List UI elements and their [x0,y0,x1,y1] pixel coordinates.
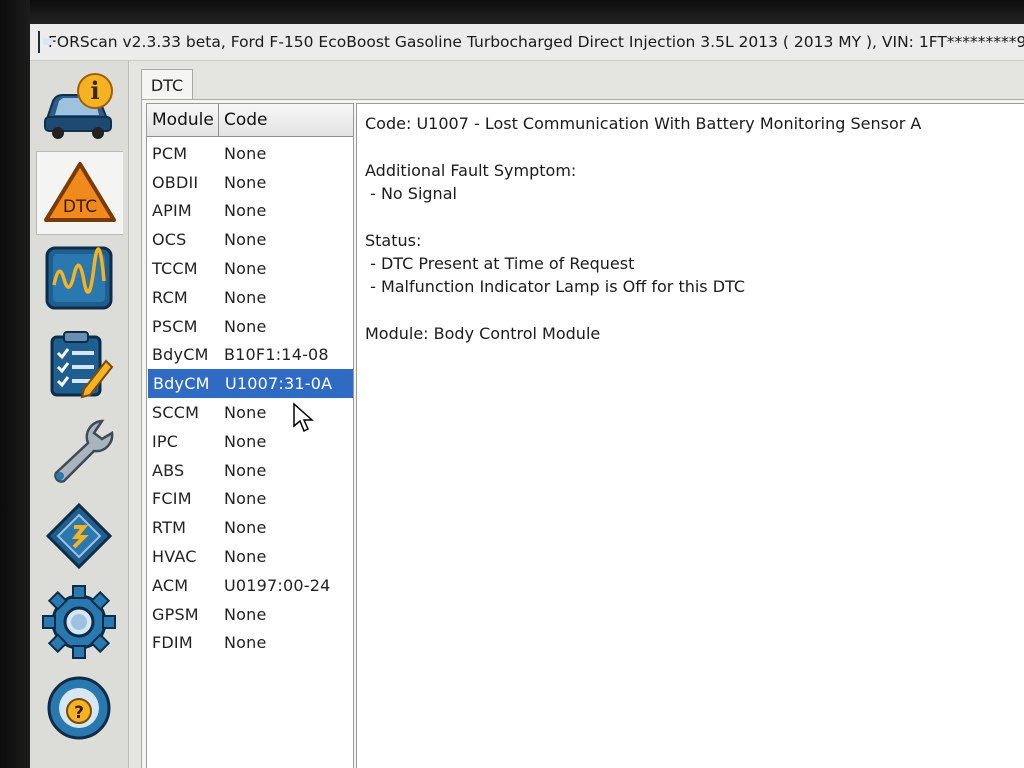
dtc-row-code: None [224,431,267,451]
dtc-row-code: B10F1:14-08 [224,345,329,365]
dtc-list[interactable]: Module Code PCM None OBDII None APIM None OCS N… [146,103,354,768]
dtc-row[interactable]: RCM None [147,283,353,312]
main-content: DTC Module Code PCM None OBDII None APIM None… [129,61,1024,768]
dtc-row-module: OCS [152,230,187,250]
left-toolbar: i DTC ? [30,61,129,768]
detail-symptom-heading: Additional Fault Symptom: [365,161,577,180]
dtc-row-module: TCCM [152,259,198,279]
application-window: FORScan v2.3.33 beta, Ford F-150 EcoBoos… [30,24,1024,768]
dtc-row-module: FCIM [152,489,192,509]
dtc-row[interactable]: ABS None [147,456,353,485]
dtc-row-code: None [224,201,267,221]
checklist-icon [50,331,114,399]
detail-status-line: - DTC Present at Time of Request [365,254,635,273]
dtc-row[interactable]: FDIM None [147,629,353,658]
dtc-row-code: None [224,547,267,567]
dtc-row[interactable]: GPSM None [147,600,353,629]
dtc-row[interactable]: APIM None [147,197,353,226]
dtc-row-code: None [224,287,267,307]
column-header-module[interactable]: Module [147,104,219,136]
dtc-row-code: None [224,143,267,163]
dtc-row-code: None [224,518,267,538]
detail-module-line: Module: Body Control Module [365,324,601,343]
dtc-row[interactable]: HVAC None [147,542,353,571]
detail-code-line: Code: U1007 - Lost Communication With Ba… [365,114,922,133]
dtc-row-module: GPSM [152,604,199,624]
dtc-row-module: IPC [152,431,179,451]
dtc-row[interactable]: PCM None [147,139,353,168]
gear-icon [42,585,116,659]
configuration-button[interactable] [36,495,122,577]
dtc-row-code: None [224,316,267,336]
detail-symptom-value: - No Signal [365,184,457,203]
tab-dtc[interactable]: DTC [141,69,193,100]
dtc-row-code: U0197:00-24 [224,575,331,595]
forscan-app-icon [38,31,53,53]
dtc-row-module: HVAC [152,547,197,567]
svg-text:?: ? [74,703,84,723]
detail-status-line: - Malfunction Indicator Lamp is Off for … [365,277,746,296]
dtc-detail-panel: Code: U1007 - Lost Communication With Ba… [356,103,1024,768]
dtc-row-module: PCM [152,143,188,163]
dtc-row-selected[interactable]: BdyCM U1007:31-0A [148,369,353,399]
dtc-row-code: None [224,259,267,279]
help-button[interactable]: ? [36,667,122,749]
tests-button[interactable] [36,323,122,405]
waveform-icon [45,246,113,310]
dtc-row-code: None [224,604,267,624]
dtc-row[interactable]: TCCM None [147,254,353,283]
dtc-row-module: ACM [152,575,189,595]
dtc-row[interactable]: OCS None [147,225,353,254]
list-header: Module Code [147,104,353,137]
dtc-row[interactable]: OBDII None [147,168,353,197]
monitor-bezel-left [0,0,30,768]
dtc-row-code: U1007:31-0A [225,374,333,394]
window-title: FORScan v2.3.33 beta, Ford F-150 EcoBoos… [48,33,1024,51]
dtc-row[interactable]: ACM U0197:00-24 [147,571,353,600]
dtc-row[interactable]: SCCM None [147,398,353,427]
dtc-row-code: None [224,460,267,480]
dtc-row-module: SCCM [152,403,200,423]
monitor-bezel-top [0,0,1024,24]
dtc-row-code: None [224,403,267,423]
dtc-row-module: BdyCM [152,345,209,365]
svg-text:i: i [90,76,99,105]
dtc-row[interactable]: FCIM None [147,485,353,514]
dtc-rows: PCM None OBDII None APIM None OCS None TCCM None R… [147,137,353,657]
dtc-warning-icon: DTC [44,162,116,222]
dtc-row[interactable]: PSCM None [147,312,353,341]
vehicle-info-button[interactable]: i [36,65,122,147]
dtc-row[interactable]: BdyCM B10F1:14-08 [147,341,353,370]
dtc-row-module: BdyCM [153,374,210,394]
dtc-row[interactable]: IPC None [147,427,353,456]
settings-button[interactable] [36,581,122,663]
dtc-button[interactable]: DTC [36,151,123,235]
title-bar: FORScan v2.3.33 beta, Ford F-150 EcoBoos… [30,24,1024,61]
dtc-row-module: PSCM [152,316,198,336]
dtc-row-code: None [224,633,267,653]
oscilloscope-button[interactable] [36,237,122,319]
detail-status-heading: Status: [365,231,422,250]
chip-icon [45,502,113,570]
dtc-row-module: OBDII [152,172,199,192]
column-header-code[interactable]: Code [219,104,353,136]
dtc-row-code: None [224,489,267,509]
tab-strip: DTC [129,61,1024,100]
dtc-row-code: None [224,172,267,192]
service-button[interactable] [36,409,122,491]
dtc-row-code: None [224,230,267,250]
car-info-icon: i [44,73,113,139]
dtc-row-module: RTM [152,518,187,538]
dtc-panel: Module Code PCM None OBDII None APIM None OCS N… [141,99,1024,768]
dtc-row-module: RCM [152,287,188,307]
wrench-icon [54,419,114,483]
dtc-row-module: ABS [152,460,185,480]
help-wheel-icon: ? [47,676,111,740]
svg-text:DTC: DTC [63,197,97,217]
dtc-row[interactable]: RTM None [147,513,353,542]
dtc-row-module: APIM [152,201,192,221]
dtc-row-module: FDIM [152,633,193,653]
